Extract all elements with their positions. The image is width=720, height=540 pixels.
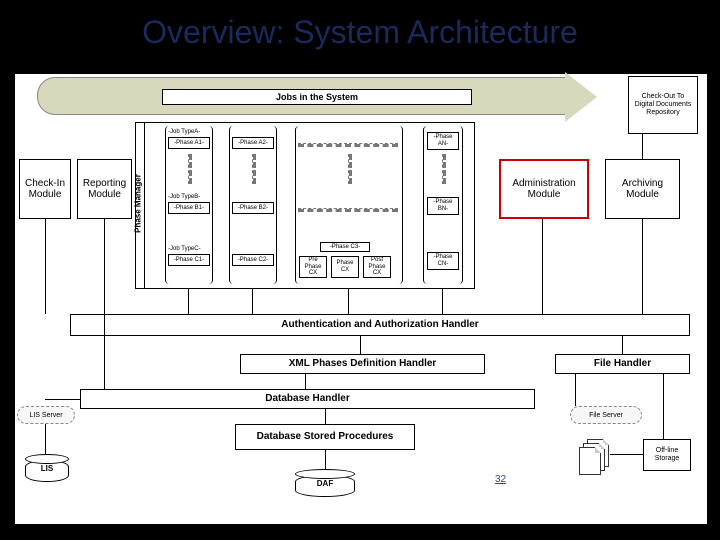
- architecture-diagram: Jobs in the System Check-In Module Repor…: [15, 74, 707, 524]
- post-phase-cx: Post Phase CX: [363, 256, 391, 278]
- auth-handler: Authentication and Authorization Handler: [70, 314, 690, 336]
- xml-handler: XML Phases Definition Handler: [240, 354, 485, 374]
- phase-bn: -Phase BN-: [427, 197, 459, 215]
- slide-number: 32: [495, 474, 506, 485]
- phase-cn: -Phase CN-: [427, 252, 459, 270]
- jobtype-a: -Job TypeA-: [168, 129, 200, 135]
- phase-c1: -Phase C1-: [168, 254, 210, 266]
- phase-a1: -Phase A1-: [168, 137, 210, 149]
- stored-procedures: Database Stored Procedures: [235, 424, 415, 450]
- slide-title: Overview: System Architecture: [0, 0, 720, 59]
- jobtype-c: -Job TypeC-: [168, 246, 201, 252]
- phase-a2: -Phase A2-: [232, 137, 274, 149]
- phase-cx: Phase CX: [331, 256, 359, 278]
- offline-storage: Off-line Storage: [643, 439, 691, 471]
- checkin-module: Check-In Module: [19, 159, 71, 219]
- phase-b1: -Phase B1-: [168, 202, 210, 214]
- file-handler: File Handler: [555, 354, 690, 374]
- jobtype-b: -Job TypeB-: [168, 194, 200, 200]
- phase-an: -Phase AN-: [427, 132, 459, 150]
- lis-server: LIS Server: [17, 406, 75, 424]
- pre-phase-cx: Pre Phase CX: [299, 256, 327, 278]
- phase-b2: -Phase B2-: [232, 202, 274, 214]
- phase-c2: -Phase C2-: [232, 254, 274, 266]
- reporting-module: Reporting Module: [77, 159, 132, 219]
- db-handler: Database Handler: [80, 389, 535, 409]
- file-server: File Server: [570, 406, 642, 424]
- phase-c3: -Phase C3-: [320, 242, 370, 252]
- admin-module: Administration Module: [499, 159, 589, 219]
- jobs-in-system-label: Jobs in the System: [162, 89, 472, 105]
- phase-manager-label: Phase Manager: [134, 144, 143, 264]
- archiving-module: Archiving Module: [605, 159, 680, 219]
- checkout-module: Check-Out To Digital Documents Repositor…: [628, 76, 698, 134]
